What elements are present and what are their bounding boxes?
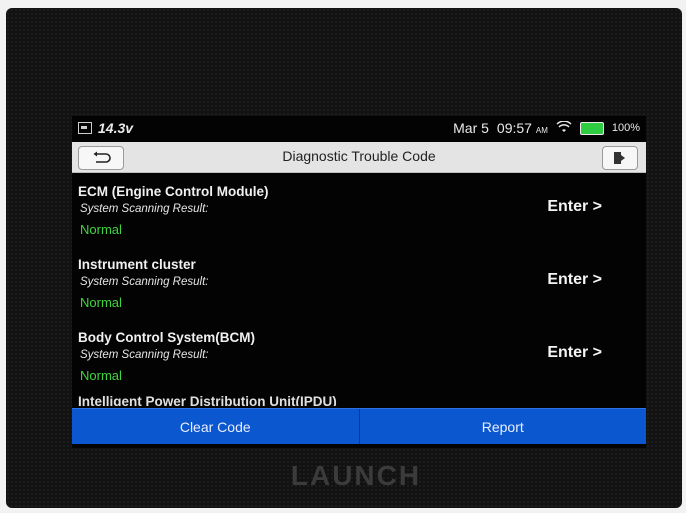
exit-button[interactable] (602, 146, 638, 170)
title-bar: Diagnostic Trouble Code (72, 142, 646, 173)
enter-button-bcm[interactable]: Enter > (547, 344, 602, 362)
time-value: 09:57 (496, 120, 532, 136)
exit-icon (614, 152, 625, 164)
system-list: ECM (Engine Control Module) System Scann… (72, 174, 646, 406)
battery-voltage-icon (78, 122, 92, 134)
bottom-action-bar: Clear Code Report (72, 408, 646, 444)
status-bar: 14.3v Mar 5 09:57 AM 100% (72, 116, 646, 140)
system-row-ecm[interactable]: ECM (Engine Control Module) System Scann… (72, 174, 646, 244)
system-name: ECM (Engine Control Module) (78, 184, 269, 199)
device-frame: 14.3v Mar 5 09:57 AM 100% Diagnostic Tro… (6, 8, 682, 508)
system-row-bcm[interactable]: Body Control System(BCM) System Scanning… (72, 320, 646, 390)
time-text: 09:57 AM (497, 120, 548, 136)
enter-button-instrument-cluster[interactable]: Enter > (547, 271, 602, 289)
system-sublabel: System Scanning Result: (80, 276, 209, 288)
system-status: Normal (80, 222, 122, 237)
screen: 14.3v Mar 5 09:57 AM 100% Diagnostic Tro… (72, 116, 646, 448)
system-sublabel: System Scanning Result: (80, 349, 209, 361)
status-right: Mar 5 09:57 AM 100% (453, 119, 640, 136)
system-status: Normal (80, 295, 122, 310)
system-name: Instrument cluster (78, 257, 196, 272)
wifi-icon (556, 119, 572, 136)
page-title: Diagnostic Trouble Code (282, 148, 436, 164)
battery-icon (579, 121, 604, 135)
system-name-partial[interactable]: Intelligent Power Distribution Unit(IPDU… (78, 394, 337, 406)
enter-button-ecm[interactable]: Enter > (547, 198, 602, 216)
system-name: Body Control System(BCM) (78, 330, 256, 345)
date-text: Mar 5 (453, 120, 489, 136)
system-sublabel: System Scanning Result: (80, 203, 209, 215)
system-row-instrument-cluster[interactable]: Instrument cluster System Scanning Resul… (72, 247, 646, 317)
report-button[interactable]: Report (358, 409, 647, 444)
brand-logo: LAUNCH (290, 460, 422, 491)
voltage-readout: 14.3v (98, 120, 134, 136)
system-status: Normal (80, 368, 122, 383)
status-left: 14.3v (78, 120, 133, 136)
battery-percent: 100% (611, 122, 640, 134)
time-suffix: AM (535, 126, 548, 135)
clear-code-button[interactable]: Clear Code (72, 409, 359, 444)
